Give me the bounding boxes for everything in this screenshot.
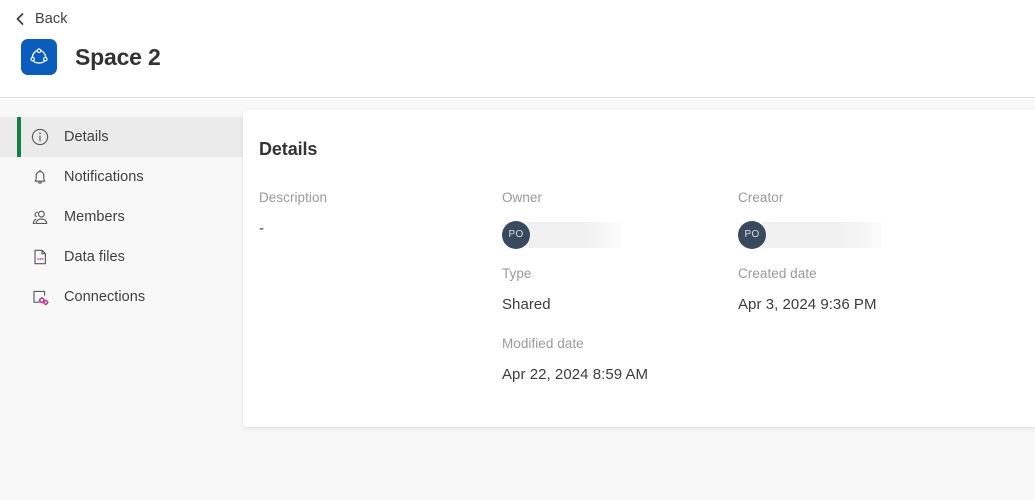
sidebar-item-details[interactable]: Details — [0, 117, 243, 157]
owner-user-chip: PO — [502, 220, 622, 249]
field-label: Description — [259, 190, 328, 205]
field-description: Description - — [259, 191, 327, 237]
field-value: Shared — [502, 295, 551, 313]
sidebar-item-label: Connections — [64, 288, 146, 305]
info-circle-icon — [31, 128, 49, 146]
sidebar-item-label: Notifications — [64, 168, 144, 185]
field-value: - — [259, 219, 265, 237]
redacted-owner-name — [526, 221, 622, 248]
details-fields: Description - Owner PO Creator PO Type S… — [259, 191, 1035, 431]
sidebar-item-connections[interactable]: Connections — [0, 277, 243, 317]
field-value: Apr 22, 2024 8:59 AM — [502, 365, 649, 383]
page-title: Space 2 — [75, 43, 161, 70]
field-created-date: Created date Apr 3, 2024 9:36 PM — [738, 267, 877, 313]
field-modified-date: Modified date Apr 22, 2024 8:59 AM — [502, 337, 648, 383]
sidebar-item-members[interactable]: Members — [0, 197, 243, 237]
avatar: PO — [502, 220, 530, 249]
space-hub-icon — [21, 39, 57, 75]
avatar: PO — [738, 220, 766, 249]
field-label: Created date — [738, 266, 817, 281]
field-label: Type — [502, 266, 532, 281]
sidebar-item-notifications[interactable]: Notifications — [0, 157, 243, 197]
field-label: Modified date — [502, 336, 584, 351]
chevron-left-icon — [16, 13, 24, 25]
field-creator: Creator PO — [738, 191, 882, 249]
space-details-page: Back Space 2 Details Notifications Membe… — [0, 0, 1035, 500]
back-label: Back — [35, 10, 68, 27]
bell-icon — [34, 169, 46, 184]
field-owner: Owner PO — [502, 191, 622, 249]
sidebar-item-label: Details — [64, 128, 109, 145]
details-heading: Details — [259, 139, 318, 159]
creator-user-chip: PO — [738, 220, 882, 249]
sidebar-item-label: Members — [64, 208, 125, 225]
field-value: Apr 3, 2024 9:36 PM — [738, 295, 877, 313]
details-panel: Details Description - Owner PO Creator P… — [243, 110, 1035, 427]
field-label: Owner — [502, 190, 543, 205]
page-header: Back Space 2 — [0, 0, 1035, 98]
sidebar-item-label: Data files — [64, 248, 125, 265]
back-button[interactable]: Back — [14, 9, 68, 29]
settings-sidebar: Details Notifications Members Data files… — [0, 99, 243, 500]
file-document-icon — [34, 249, 46, 265]
field-label: Creator — [738, 190, 784, 205]
field-type: Type Shared — [502, 267, 551, 313]
redacted-creator-name — [762, 221, 882, 248]
page-body: Details Notifications Members Data files… — [0, 99, 1035, 500]
space-identity: Space 2 — [21, 39, 161, 75]
sidebar-item-data-files[interactable]: Data files — [0, 237, 243, 277]
members-icon — [32, 210, 48, 224]
connections-icon — [33, 290, 49, 306]
